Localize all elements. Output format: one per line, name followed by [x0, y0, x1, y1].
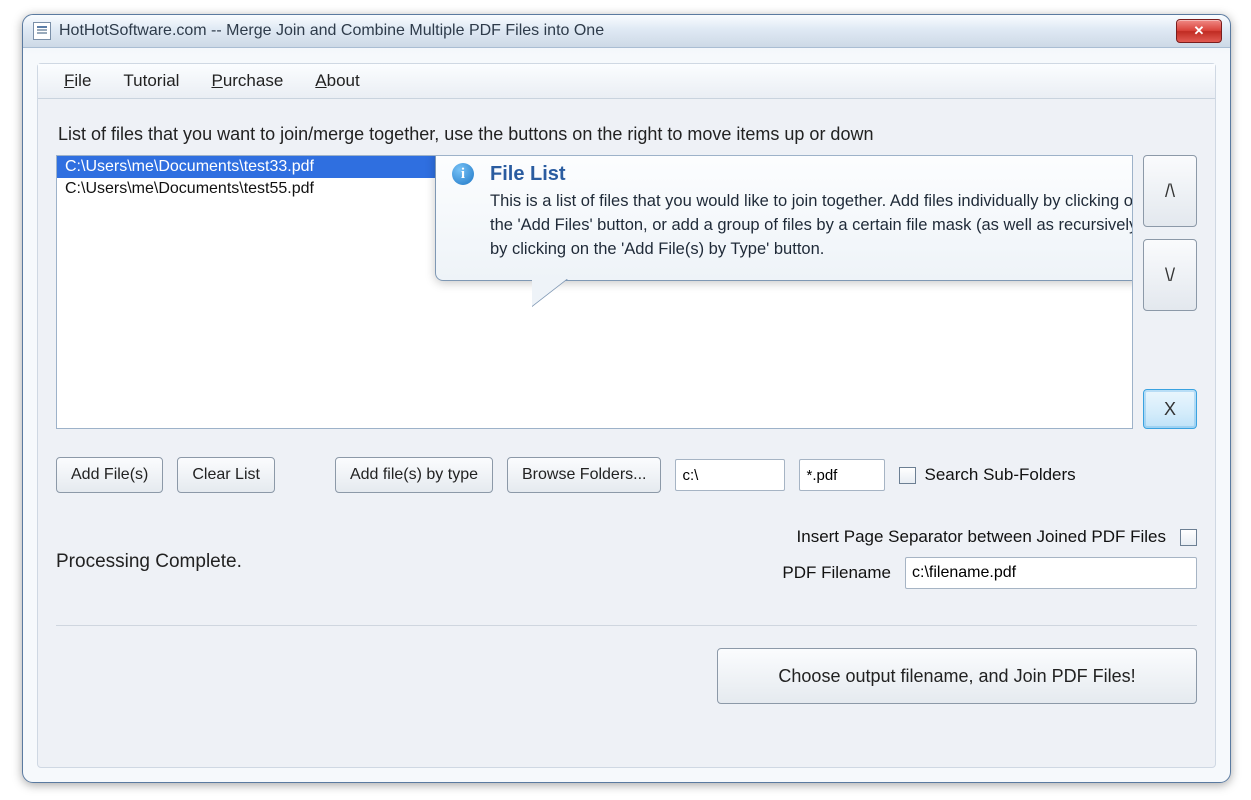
file-list[interactable]: C:\Users\me\Documents\test33.pdf C:\User… [56, 155, 1133, 429]
app-window: HotHotSoftware.com -- Merge Join and Com… [22, 14, 1231, 783]
info-icon: i [452, 163, 474, 185]
file-buttons-row: Add File(s) Clear List Add file(s) by ty… [56, 457, 1197, 493]
close-icon: ✕ [1194, 23, 1205, 39]
menu-file[interactable]: File [48, 67, 107, 95]
browse-folders-button[interactable]: Browse Folders... [507, 457, 661, 493]
file-mask-input[interactable] [799, 459, 885, 491]
menubar: File Tutorial Purchase About [38, 64, 1215, 99]
close-button[interactable]: ✕ [1176, 19, 1222, 43]
window-title: HotHotSoftware.com -- Merge Join and Com… [59, 22, 1176, 40]
move-down-button[interactable]: \/ [1143, 239, 1197, 311]
search-sub-folders-option[interactable]: Search Sub-Folders [899, 465, 1075, 485]
file-list-tooltip: i File List This is a list of files that… [435, 155, 1133, 281]
file-list-caption: List of files that you want to join/merg… [58, 124, 1195, 145]
status-text: Processing Complete. [56, 551, 242, 573]
tooltip-tail [532, 278, 568, 306]
tooltip-body: This is a list of files that you would l… [490, 190, 1133, 262]
insert-separator-checkbox[interactable] [1180, 529, 1197, 546]
pdf-filename-label: PDF Filename [782, 563, 891, 583]
folder-path-input[interactable] [675, 459, 785, 491]
divider [56, 625, 1197, 626]
pdf-filename-input[interactable] [905, 557, 1197, 589]
titlebar[interactable]: HotHotSoftware.com -- Merge Join and Com… [23, 15, 1230, 48]
content-area: List of files that you want to join/merg… [56, 120, 1197, 753]
tooltip-title: File List [490, 163, 1133, 186]
app-icon [33, 22, 51, 40]
main-panel: File Tutorial Purchase About List of fil… [37, 63, 1216, 768]
add-files-button[interactable]: Add File(s) [56, 457, 163, 493]
move-up-button[interactable]: /\ [1143, 155, 1197, 227]
insert-separator-label: Insert Page Separator between Joined PDF… [797, 527, 1166, 547]
menu-purchase[interactable]: Purchase [195, 67, 299, 95]
clear-list-button[interactable]: Clear List [177, 457, 275, 493]
menu-about[interactable]: About [299, 67, 375, 95]
search-sub-folders-checkbox[interactable] [899, 467, 916, 484]
search-sub-folders-label: Search Sub-Folders [924, 465, 1075, 485]
choose-output-and-join-button[interactable]: Choose output filename, and Join PDF Fil… [717, 648, 1197, 704]
reorder-buttons: /\ \/ X [1143, 155, 1197, 429]
add-files-by-type-button[interactable]: Add file(s) by type [335, 457, 493, 493]
menu-tutorial[interactable]: Tutorial [107, 67, 195, 95]
remove-item-button[interactable]: X [1143, 389, 1197, 429]
output-options: Insert Page Separator between Joined PDF… [782, 527, 1197, 599]
